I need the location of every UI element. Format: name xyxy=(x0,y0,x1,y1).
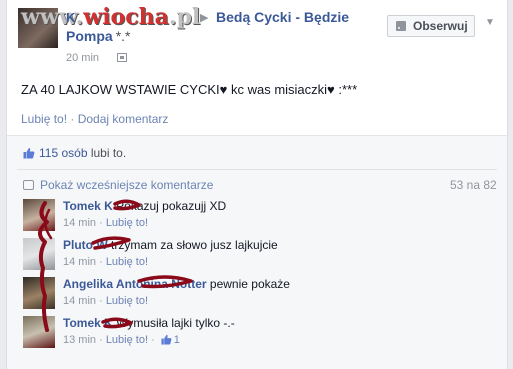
thumbs-up-icon xyxy=(23,147,35,159)
show-previous-comments[interactable]: Pokaż wcześniejsze komentarze xyxy=(23,178,213,192)
comment-line: Pluto W trzymam za słowo jusz lajkujcie xyxy=(63,238,278,252)
thumbs-up-icon xyxy=(161,334,172,345)
post-text: ZA 40 LAJKOW WSTAWIE CYCKI♥ kc was misia… xyxy=(21,82,358,97)
post-card: www.wiocha.pl K ▶ Bedą Cycki - Będzie Po… xyxy=(6,0,508,369)
comment-author[interactable]: Tomek K xyxy=(63,316,113,330)
comment-page-count: 53 na 82 xyxy=(450,178,497,192)
comment-like-link[interactable]: Lubię to! xyxy=(106,295,148,307)
commenter-avatar[interactable] xyxy=(23,316,55,348)
commenter-avatar[interactable] xyxy=(23,238,55,270)
separator: · xyxy=(67,112,78,126)
comment-item: Pluto W trzymam za słowo jusz lajkujcie … xyxy=(23,238,493,278)
chevron-down-icon[interactable]: ▼ xyxy=(485,17,495,28)
watermark-logo: www.wiocha.pl xyxy=(21,4,201,30)
post-actions: Lubię to! · Dodaj komentarz xyxy=(21,112,168,126)
comment-time[interactable]: 14 min xyxy=(63,295,96,307)
comment-like-count[interactable]: 1 xyxy=(174,334,180,346)
comment-time[interactable]: 14 min xyxy=(63,256,96,268)
likes-count-link[interactable]: 115 osób xyxy=(39,146,88,160)
comment-like-link[interactable]: Lubię to! xyxy=(106,256,148,268)
comment-text: trzymam za słowo jusz lajkujcie xyxy=(111,238,278,252)
post-author-name[interactable]: K xyxy=(66,10,75,25)
comment-item: Tomek K Wymusiła lajki tylko -.- 13 min … xyxy=(23,316,493,356)
like-post-link[interactable]: Lubię to! xyxy=(21,112,67,126)
likes-summary: 115 osób lubi to. xyxy=(23,146,126,160)
comment-time[interactable]: 13 min xyxy=(63,334,96,346)
comment-line: Tomek K Wymusiła lajki tylko -.- xyxy=(63,316,235,330)
group-suffix: *.* xyxy=(115,28,131,44)
divider xyxy=(17,169,497,170)
comment-author[interactable]: Angelika Antonina Notter xyxy=(63,277,207,291)
commenter-avatar[interactable] xyxy=(23,277,55,309)
commenter-avatar[interactable] xyxy=(23,199,55,231)
privacy-icon[interactable] xyxy=(117,53,127,62)
group-name-line2[interactable]: Pompa *.* xyxy=(66,28,130,44)
comment-meta: 14 min · Lubię to! xyxy=(63,217,149,229)
comment-line: Angelika Antonina Notter pewnie pokaże xyxy=(63,277,290,291)
comment-author[interactable]: Pluto W xyxy=(63,238,108,252)
comment-author[interactable]: Tomek K xyxy=(63,199,113,213)
comment-like-link[interactable]: Lubię to! xyxy=(106,334,148,346)
comment-meta: 13 min · Lubię to! · 1 xyxy=(63,334,180,346)
comment-meta: 14 min · Lubię to! xyxy=(63,295,149,307)
add-comment-link[interactable]: Dodaj komentarz xyxy=(78,112,169,126)
comment-time[interactable]: 14 min xyxy=(63,217,96,229)
follow-button[interactable]: Obserwuj xyxy=(387,15,475,37)
previous-comments-label: Pokaż wcześniejsze komentarze xyxy=(40,178,214,192)
arrow-right-icon: ▶ xyxy=(200,12,209,24)
comment-like-link[interactable]: Lubię to! xyxy=(106,217,148,229)
comment-item: Angelika Antonina Notter pewnie pokaże 1… xyxy=(23,277,493,317)
follow-label: Obserwuj xyxy=(413,19,468,33)
comment-bubble-icon xyxy=(23,180,34,190)
rss-icon xyxy=(396,21,406,31)
comment-meta: 14 min · Lubię to! xyxy=(63,256,149,268)
comment-text: pewnie pokaże xyxy=(209,277,290,291)
comment-text: Wymusiła lajki tylko -.- xyxy=(116,316,235,330)
likes-suffix: lubi to. xyxy=(87,146,127,160)
group-name-line1[interactable]: Bedą Cycki - Będzie xyxy=(216,9,349,25)
post-timestamp[interactable]: 20 min xyxy=(66,52,99,64)
comment-text: Pokazuj pokazujj XD xyxy=(116,199,227,213)
comment-line: Tomek K Pokazuj pokazujj XD xyxy=(63,199,226,213)
comment-item: Tomek K Pokazuj pokazujj XD 14 min · Lub… xyxy=(23,199,493,239)
